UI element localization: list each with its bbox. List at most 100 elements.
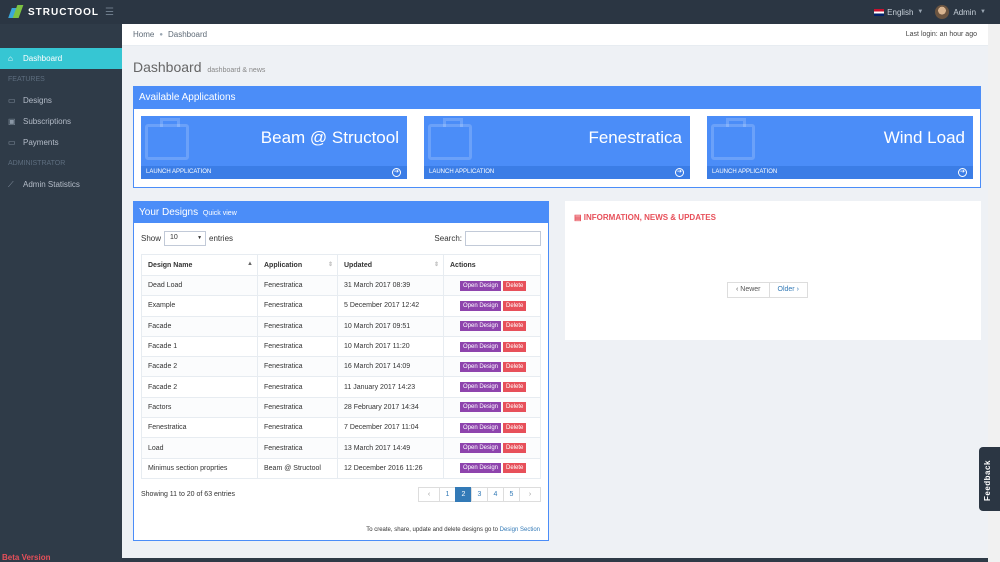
cell-design-name: Fenestratica — [141, 417, 258, 439]
chevron-down-icon[interactable]: ▼ — [917, 9, 923, 15]
search-input[interactable] — [465, 231, 541, 246]
column-header-actions: Actions — [443, 254, 541, 276]
cell-actions: Open Design Delete — [443, 295, 541, 317]
delete-button[interactable]: Delete — [503, 463, 527, 474]
sidebar-item-subscriptions[interactable]: ▣ Subscriptions — [0, 111, 122, 132]
cell-design-name: Facade 1 — [141, 335, 258, 358]
delete-button[interactable]: Delete — [503, 382, 527, 393]
cell-actions: Open Design Delete — [443, 335, 541, 358]
launch-application-link[interactable]: LAUNCH APPLICATION — [424, 166, 690, 179]
page-4-button[interactable]: 4 — [487, 486, 504, 502]
delete-button[interactable]: Delete — [503, 300, 527, 311]
arrow-right-circle-icon[interactable]: ➔ — [958, 168, 967, 177]
delete-button[interactable]: Delete — [503, 341, 527, 352]
app-name: Wind Load — [883, 128, 965, 147]
table-row: Factors Fenestratica 28 February 2017 14:3… — [141, 396, 541, 419]
table-row: Minimus section proprties Beam @ Structoo… — [141, 457, 541, 479]
delete-button[interactable]: Delete — [503, 280, 527, 291]
page-5-button[interactable]: 5 — [503, 486, 520, 502]
app-tile-wind-load[interactable]: Wind Load LAUNCH APPLICATION ➔ — [707, 116, 973, 179]
breadcrumb-home[interactable]: Home — [133, 30, 154, 39]
open-design-button[interactable]: Open Design — [460, 402, 502, 413]
column-header-application[interactable]: Application ⇕ — [257, 254, 338, 276]
delete-button[interactable]: Delete — [503, 422, 527, 433]
user-menu[interactable]: Admin — [953, 8, 976, 17]
open-design-button[interactable]: Open Design — [460, 280, 502, 291]
newer-label: Newer — [740, 286, 761, 293]
cell-application: Fenestratica — [257, 437, 338, 459]
brand-logo[interactable]: STRUCTOOL ☰ — [0, 5, 122, 19]
open-design-button[interactable]: Open Design — [460, 321, 502, 332]
briefcase-icon — [711, 118, 755, 160]
designs-table: Design Name ▲ Application ⇕ Updated ⇕ Actio… — [141, 254, 541, 479]
column-label: Actions — [450, 261, 476, 269]
sidebar-item-designs[interactable]: ▭ Designs — [0, 90, 122, 111]
delete-button[interactable]: Delete — [503, 361, 527, 372]
sidebar-item-label: Payments — [23, 138, 59, 147]
app-name: Beam @ Structool — [260, 128, 399, 147]
sidebar-item-label: Designs — [23, 96, 52, 105]
sidebar-item-label: Subscriptions — [23, 117, 72, 126]
language-selector[interactable]: English — [887, 8, 913, 17]
page-next-button[interactable]: › — [519, 486, 541, 502]
app-tile-beam[interactable]: Beam @ Structool LAUNCH APPLICATION ➔ — [141, 116, 407, 179]
breadcrumb: Home ● Dashboard Last login: an hour ago — [122, 24, 988, 46]
cell-application: Fenestratica — [257, 315, 338, 337]
avatar[interactable] — [935, 5, 950, 19]
cell-actions: Open Design Delete — [443, 457, 541, 479]
table-row: Fenestratica Fenestratica 7 December 2017 … — [141, 417, 541, 439]
main-content: Home ● Dashboard Last login: an hour ago… — [122, 24, 988, 558]
chart-line-icon: ⟋ — [8, 179, 14, 189]
feedback-button[interactable]: Feedback — [979, 447, 1000, 511]
page-title-text: Dashboard — [133, 59, 202, 75]
open-design-button[interactable]: Open Design — [460, 341, 502, 352]
cell-updated: 12 December 2016 11:26 — [337, 457, 444, 479]
sidebar-item-dashboard[interactable]: ⌂ Dashboard — [0, 48, 128, 69]
page-title: Dashboard dashboard & news — [133, 59, 265, 75]
open-design-button[interactable]: Open Design — [460, 443, 502, 454]
delete-button[interactable]: Delete — [503, 402, 527, 413]
sidebar-item-payments[interactable]: ▭ Payments — [0, 132, 122, 153]
news-title-text: INFORMATION, NEWS & UPDATES — [583, 213, 716, 222]
delete-button[interactable]: Delete — [503, 443, 527, 454]
page-2-button[interactable]: 2 — [455, 486, 472, 502]
launch-application-link[interactable]: LAUNCH APPLICATION — [707, 166, 973, 179]
app-tile-fenestratica[interactable]: Fenestratica LAUNCH APPLICATION ➔ — [424, 116, 690, 179]
cell-updated: 13 March 2017 14:49 — [337, 437, 444, 459]
panel-title: Available Applications — [134, 87, 980, 109]
launch-application-link[interactable]: LAUNCH APPLICATION — [141, 166, 407, 179]
menu-toggle-icon[interactable]: ☰ — [105, 7, 114, 18]
cell-design-name: Minimus section proprties — [141, 457, 258, 479]
open-design-button[interactable]: Open Design — [460, 300, 502, 311]
your-designs-panel: Your Designs Quick view Show 10 ▼ entrie… — [133, 201, 549, 541]
cell-application: Fenestratica — [257, 295, 338, 317]
open-design-button[interactable]: Open Design — [460, 422, 502, 433]
page-3-button[interactable]: 3 — [471, 486, 488, 502]
page-prev-button[interactable]: ‹ — [418, 486, 440, 502]
column-header-design-name[interactable]: Design Name ▲ — [141, 254, 258, 276]
page-1-button[interactable]: 1 — [439, 486, 456, 502]
search-label: Search: — [434, 234, 462, 243]
entries-select[interactable]: 10 ▼ — [164, 231, 207, 246]
panel-title: Your Designs Quick view — [134, 202, 548, 223]
open-design-button[interactable]: Open Design — [460, 463, 502, 474]
table-info: Showing 11 to 20 of 63 entries — [141, 490, 236, 498]
newspaper-icon: ▤ — [574, 213, 582, 222]
sidebar-item-admin-statistics[interactable]: ⟋ Admin Statistics — [0, 174, 122, 195]
cell-design-name: Facade — [141, 315, 258, 337]
open-design-button[interactable]: Open Design — [460, 361, 502, 372]
design-section-link[interactable]: Design Section — [500, 527, 540, 533]
open-design-button[interactable]: Open Design — [460, 382, 502, 393]
cell-updated: 11 January 2017 14:23 — [337, 376, 444, 398]
chevron-down-icon[interactable]: ▼ — [980, 9, 986, 15]
delete-button[interactable]: Delete — [503, 321, 527, 332]
newer-button[interactable]: ‹ Newer — [727, 282, 770, 298]
briefcase-icon — [428, 118, 472, 160]
pagination: ‹ 1 2 3 4 5 › — [418, 486, 541, 502]
uk-flag-icon — [874, 8, 885, 16]
older-button[interactable]: Older › — [768, 282, 808, 298]
arrow-right-circle-icon[interactable]: ➔ — [675, 168, 684, 177]
cell-design-name: Facade 2 — [141, 356, 258, 378]
column-header-updated[interactable]: Updated ⇕ — [337, 254, 444, 276]
arrow-right-circle-icon[interactable]: ➔ — [392, 168, 401, 177]
